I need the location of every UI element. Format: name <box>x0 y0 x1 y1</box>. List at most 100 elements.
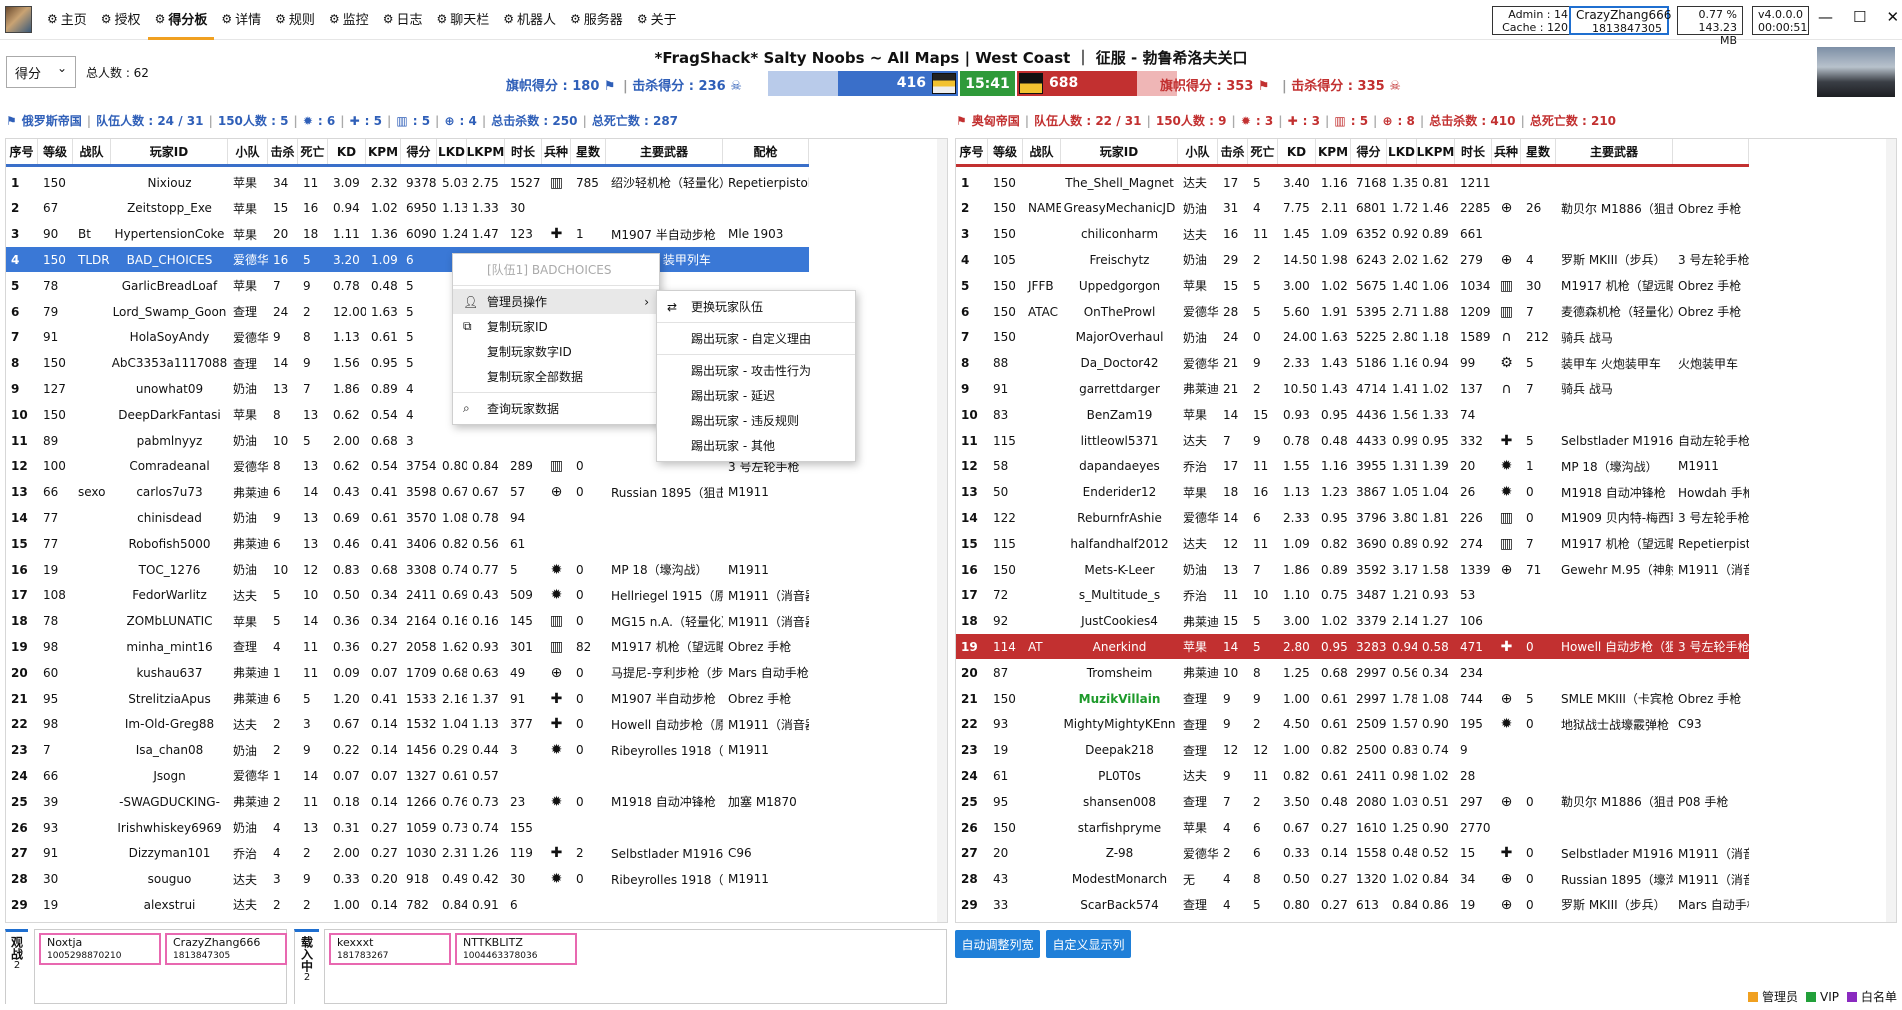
nav-item-7[interactable]: ⚙ 聊天栏 <box>429 0 496 40</box>
menu-query-player[interactable]: ⌕ 查询玩家数据 <box>453 396 659 421</box>
table-row[interactable]: 24 66 Jsogn 爱德华 1 14 0.07 0.07 1327 0.61 0.57 <box>6 763 809 788</box>
table-row[interactable]: 18 92 JustCookies4 弗莱迪 15 5 3.00 1.02 3379 2.14 1.… <box>956 609 1749 634</box>
table-row[interactable]: 25 95 shansen008 查理 7 2 3.50 0.48 2080 1.03 0.51 29… <box>956 789 1749 814</box>
loading-item[interactable]: kexxxt 181783267 <box>329 933 451 965</box>
table-row[interactable]: 4 150 TLDR BAD_CHOICES 爱德华 16 5 3.20 1.09 6 机械巨兽 装… <box>6 247 809 273</box>
table-row[interactable]: 30751U5T乔治221.000.142381.321.1354⊕0Huot … <box>956 918 1749 922</box>
column-header[interactable]: 玩家ID <box>111 139 228 164</box>
submenu-kick-rules[interactable]: 踢出玩家 - 违反规则 <box>657 408 855 433</box>
nav-item-2[interactable]: ⚙ 得分板 <box>147 0 215 40</box>
column-header[interactable]: 战队 <box>1023 139 1061 164</box>
submenu-kick-latency[interactable]: 踢出玩家 - 延迟 <box>657 383 855 408</box>
table-row[interactable]: 9 91 garrettdarger 弗莱迪 21 2 10.50 1.43 4714 1.41 1… <box>956 376 1749 401</box>
column-header[interactable]: KD <box>328 139 366 164</box>
column-header[interactable]: 玩家ID <box>1061 139 1178 164</box>
column-header[interactable]: 击杀 <box>268 139 298 164</box>
column-header[interactable]: 死亡 <box>298 139 328 164</box>
column-header[interactable]: KPM <box>1316 139 1351 164</box>
vertical-scrollbar[interactable] <box>937 139 947 922</box>
column-header[interactable]: 主要武器 <box>606 139 723 164</box>
table-row[interactable]: 14 77 chinisdead 奶油 9 13 0.69 0.61 3570 1.08 0.78 9… <box>6 505 809 530</box>
table-row[interactable]: 29 19 alexstrui 达夫 2 2 1.00 0.14 782 0.84 0.91 6 <box>6 892 809 917</box>
column-header[interactable]: 小队 <box>228 139 268 164</box>
column-header[interactable]: KD <box>1278 139 1316 164</box>
nav-item-4[interactable]: ⚙ 规则 <box>268 0 322 40</box>
table-row[interactable]: 17 108 FedorWarlitz 达夫 5 10 0.50 0.34 2411 0.69 0.… <box>6 583 809 608</box>
auto-width-button[interactable]: 自动调整列宽 <box>955 930 1040 958</box>
menu-copy-all[interactable]: 复制玩家全部数据 <box>453 364 659 389</box>
minimize-icon[interactable]: — <box>1818 8 1833 26</box>
table-row[interactable]: 3 90 Bt HypertensionCoke 苹果 20 18 1.11 1.36 6090 1… <box>6 222 809 247</box>
column-header[interactable]: LKPM <box>1417 139 1455 164</box>
table-row[interactable]: 1 150 The_Shell_Magnet 达夫 17 5 3.40 1.16 7168 1.3… <box>956 170 1749 195</box>
column-header[interactable] <box>1673 139 1749 164</box>
table-row[interactable]: 13 50 Enderider12 苹果 18 16 1.13 1.23 3867 1.05 1.0… <box>956 480 1749 505</box>
table-row[interactable]: 30150Macklin814乔治040.000.001080.810.5315… <box>6 918 809 922</box>
table-row[interactable]: 12 58 dapandaeyes 乔治 17 11 1.55 1.16 3955 1.31 1.3… <box>956 454 1749 479</box>
table-row[interactable]: 16 19 TOC_1276 奶油 10 12 0.83 0.68 3308 0.74 0.77 5 ✹… <box>6 557 809 582</box>
submenu-kick-offensive[interactable]: 踢出玩家 - 攻击性行为 <box>657 358 855 383</box>
nav-item-3[interactable]: ⚙ 详情 <box>214 0 268 40</box>
table-row[interactable]: 25 39 -SWAGDUCKING- 弗莱迪 2 11 0.18 0.14 1266 0.76 0… <box>6 789 809 814</box>
table-row[interactable]: 15 77 Robofish5000 弗莱迪 6 13 0.46 0.41 3406 0.82 0.… <box>6 531 809 556</box>
column-header[interactable]: LKPM <box>467 139 505 164</box>
user-box[interactable]: CrazyZhang666 1813847305 <box>1569 6 1671 35</box>
nav-item-1[interactable]: ⚙ 授权 <box>94 0 148 40</box>
table-row[interactable]: 27 91 Dizzyman101 乔治 4 2 2.00 0.27 1030 2.31 1.26 1… <box>6 841 809 866</box>
table-row[interactable]: 18 78 ZOMbLUNATIC 苹果 5 14 0.36 0.34 2164 0.16 0.16… <box>6 609 809 634</box>
table-row[interactable]: 29 33 ScarBack574 查理 4 5 0.80 0.27 613 0.84 0.86 19… <box>956 892 1749 917</box>
column-header[interactable]: 主要武器 <box>1556 139 1673 164</box>
table-row[interactable]: 4 105 Freischytz 奶油 29 2 14.50 1.98 6243 2.02 1.62… <box>956 247 1749 272</box>
table-row[interactable]: 21 95 StrelitziaApus 弗莱迪 6 5 1.20 0.41 1533 2.16 1… <box>6 686 809 711</box>
table-row[interactable]: 5 150 JFFB Uppedgorgon 苹果 15 5 3.00 1.02 5675 1.40… <box>956 273 1749 298</box>
table-row[interactable]: 20 87 Tromsheim 弗莱迪 10 8 1.25 0.68 2997 0.56 0.34 2… <box>956 660 1749 685</box>
column-header[interactable]: 战队 <box>73 139 111 164</box>
table-row[interactable]: 23 19 Deepak218 查理 12 12 1.00 0.82 2500 0.83 0.74 9 <box>956 738 1749 763</box>
table-row[interactable]: 10 83 BenZam19 苹果 14 15 0.93 0.95 4436 1.56 1.33 74 <box>956 402 1749 427</box>
table-row[interactable]: 26 93 Irishwhiskey6969 奶油 4 13 0.31 0.27 1059 0.7… <box>6 815 809 840</box>
column-header[interactable]: 小队 <box>1178 139 1218 164</box>
column-header[interactable]: 序号 <box>956 139 988 164</box>
nav-item-6[interactable]: ⚙ 日志 <box>376 0 430 40</box>
table-row[interactable]: 6 150 ATAC OnTheProwl 爱德华 28 5 5.60 1.91 5395 2.71… <box>956 299 1749 324</box>
table-row[interactable]: 2 67 Zeitstopp_Exe 苹果 15 16 0.94 1.02 6950 1.13 1.… <box>6 196 809 221</box>
column-header[interactable]: 序号 <box>6 139 38 164</box>
nav-item-5[interactable]: ⚙ 监控 <box>322 0 376 40</box>
table-row[interactable]: 14 122 ReburnfrAshie 爱德华 14 6 2.33 0.95 3796 3.80… <box>956 505 1749 530</box>
table-row[interactable]: 17 72 s_Multitude_s 乔治 11 10 1.10 0.75 3487 1.21 0… <box>956 583 1749 608</box>
column-header[interactable]: 星数 <box>1521 139 1556 164</box>
table-row[interactable]: 21 150 MuzikVillain 查理 9 9 1.00 0.61 2997 1.78 1.0… <box>956 686 1749 711</box>
table-row[interactable]: 22 98 Im-Old-Greg88 达夫 2 3 0.67 0.14 1532 1.04 1.1… <box>6 712 809 737</box>
table-row[interactable]: 15 115 halfandhalf2012 达夫 12 11 1.09 0.82 3690 0.… <box>956 531 1749 556</box>
nav-item-9[interactable]: ⚙ 服务器 <box>563 0 630 40</box>
table-row[interactable]: 1 150 Nixiouz 苹果 34 11 3.09 2.32 9378 5.03 2.75 152… <box>6 170 809 195</box>
table-row[interactable]: 28 43 ModestMonarch 无 4 8 0.50 0.27 1320 1.02 0.84… <box>956 867 1749 892</box>
table-row[interactable]: 22 93 MightyMightyKEnn 查理 9 2 4.50 0.61 2509 1.57… <box>956 712 1749 737</box>
table-row[interactable]: 2 150 NAME GreasyMechanicJD 奶油 31 4 7.75 2.11 680… <box>956 196 1749 221</box>
close-icon[interactable]: ✕ <box>1886 8 1899 26</box>
table-row[interactable]: 13 66 sexo carlos7u73 弗莱迪 6 14 0.43 0.41 3598 0.67… <box>6 480 809 505</box>
column-header[interactable]: 配枪 <box>723 139 809 164</box>
table-row[interactable]: 27 20 Z-98 爱德华 2 6 0.33 0.14 1558 0.48 0.52 15 ✚ 0 Sel… <box>956 841 1749 866</box>
table-row[interactable]: 28 30 souguo 达夫 3 9 0.33 0.20 918 0.49 0.42 30 ✹ 0 Rib… <box>6 867 809 892</box>
column-header[interactable]: 死亡 <box>1248 139 1278 164</box>
column-header[interactable]: LKD <box>1387 139 1417 164</box>
submenu-kick-other[interactable]: 踢出玩家 - 其他 <box>657 433 855 458</box>
submenu-change-team[interactable]: ⇄ 更换玩家队伍 <box>657 294 855 319</box>
spectator-item[interactable]: CrazyZhang666 1813847305 <box>165 933 287 965</box>
column-header[interactable]: 得分 <box>401 139 437 164</box>
menu-admin-actions[interactable]: 👤︎ 管理员操作 › <box>453 289 659 314</box>
column-header[interactable]: 等级 <box>38 139 73 164</box>
spectator-item[interactable]: Noxtja 1005298870210 <box>39 933 161 965</box>
column-header[interactable]: 星数 <box>571 139 606 164</box>
column-header[interactable]: KPM <box>366 139 401 164</box>
column-header[interactable]: 击杀 <box>1218 139 1248 164</box>
table-row[interactable]: 19 98 minha_mint16 查理 4 11 0.36 0.27 2058 1.62 0.9… <box>6 634 809 659</box>
table-row[interactable]: 26 150 starfishpryme 苹果 4 6 0.67 0.27 1610 1.25 0.… <box>956 815 1749 840</box>
nav-item-10[interactable]: ⚙ 关于 <box>630 0 684 40</box>
maximize-icon[interactable]: ☐ <box>1853 8 1866 26</box>
table-row[interactable]: 8 88 Da_Doctor42 爱德华 21 9 2.33 1.43 5186 1.16 0.94… <box>956 351 1749 376</box>
table-row[interactable]: 19 114 AT Anerkind 苹果 14 5 2.80 0.95 3283 0.94 0.58… <box>956 634 1749 660</box>
nav-item-0[interactable]: ⚙ 主页 <box>40 0 94 40</box>
table-row[interactable]: 23 7 Isa_chan08 奶油 2 9 0.22 0.14 1456 0.29 0.44 3 ✹ 0… <box>6 738 809 763</box>
